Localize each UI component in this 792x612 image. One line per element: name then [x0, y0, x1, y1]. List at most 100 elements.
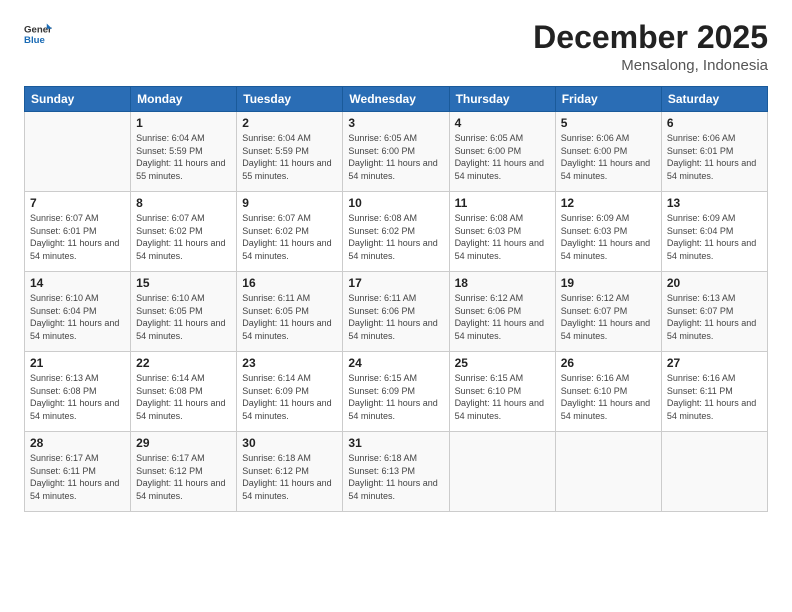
day-number: 22 — [136, 356, 231, 370]
day-info: Sunrise: 6:04 AMSunset: 5:59 PMDaylight:… — [136, 132, 231, 182]
table-row: 23 Sunrise: 6:14 AMSunset: 6:09 PMDayligh… — [237, 352, 343, 432]
table-row: 22 Sunrise: 6:14 AMSunset: 6:08 PMDayligh… — [131, 352, 237, 432]
table-row — [449, 432, 555, 512]
day-number: 16 — [242, 276, 337, 290]
day-info: Sunrise: 6:08 AMSunset: 6:03 PMDaylight:… — [455, 212, 550, 262]
col-wednesday: Wednesday — [343, 87, 449, 112]
day-number: 1 — [136, 116, 231, 130]
location: Mensalong, Indonesia — [533, 57, 768, 74]
table-row: 16 Sunrise: 6:11 AMSunset: 6:05 PMDayligh… — [237, 272, 343, 352]
day-info: Sunrise: 6:05 AMSunset: 6:00 PMDaylight:… — [455, 132, 550, 182]
day-number: 26 — [561, 356, 656, 370]
col-sunday: Sunday — [25, 87, 131, 112]
table-row: 26 Sunrise: 6:16 AMSunset: 6:10 PMDayligh… — [555, 352, 661, 432]
col-tuesday: Tuesday — [237, 87, 343, 112]
table-row: 15Sunrise: 6:10 AMSunset: 6:05 PMDayligh… — [131, 272, 237, 352]
day-info: Sunrise: 6:12 AMSunset: 6:06 PMDaylight:… — [455, 292, 550, 342]
day-number: 8 — [136, 196, 231, 210]
day-number: 13 — [667, 196, 762, 210]
table-row: 4 Sunrise: 6:05 AMSunset: 6:00 PMDaylight… — [449, 112, 555, 192]
day-number: 30 — [242, 436, 337, 450]
calendar-week-row: 1 Sunrise: 6:04 AMSunset: 5:59 PMDaylight… — [25, 112, 768, 192]
month-year: December 2025 — [533, 20, 768, 55]
day-info: Sunrise: 6:16 AMSunset: 6:11 PMDaylight:… — [667, 372, 762, 422]
table-row: 6 Sunrise: 6:06 AMSunset: 6:01 PMDaylight… — [661, 112, 767, 192]
day-info: Sunrise: 6:13 AMSunset: 6:07 PMDaylight:… — [667, 292, 762, 342]
day-number: 9 — [242, 196, 337, 210]
day-number: 28 — [30, 436, 125, 450]
day-info: Sunrise: 6:11 AMSunset: 6:05 PMDaylight:… — [242, 292, 337, 342]
day-number: 3 — [348, 116, 443, 130]
day-info: Sunrise: 6:05 AMSunset: 6:00 PMDaylight:… — [348, 132, 443, 182]
day-number: 2 — [242, 116, 337, 130]
table-row: 13 Sunrise: 6:09 AMSunset: 6:04 PMDayligh… — [661, 192, 767, 272]
table-row: 28Sunrise: 6:17 AMSunset: 6:11 PMDayligh… — [25, 432, 131, 512]
day-number: 12 — [561, 196, 656, 210]
table-row: 24 Sunrise: 6:15 AMSunset: 6:09 PMDayligh… — [343, 352, 449, 432]
day-number: 24 — [348, 356, 443, 370]
table-row: 30Sunrise: 6:18 AMSunset: 6:12 PMDayligh… — [237, 432, 343, 512]
calendar-week-row: 7Sunrise: 6:07 AMSunset: 6:01 PMDaylight… — [25, 192, 768, 272]
day-number: 4 — [455, 116, 550, 130]
day-number: 31 — [348, 436, 443, 450]
day-number: 17 — [348, 276, 443, 290]
day-number: 14 — [30, 276, 125, 290]
day-number: 11 — [455, 196, 550, 210]
day-info: Sunrise: 6:13 AMSunset: 6:08 PMDaylight:… — [30, 372, 125, 422]
table-row: 2 Sunrise: 6:04 AMSunset: 5:59 PMDaylight… — [237, 112, 343, 192]
table-row: 5 Sunrise: 6:06 AMSunset: 6:00 PMDaylight… — [555, 112, 661, 192]
table-row: 17Sunrise: 6:11 AMSunset: 6:06 PMDayligh… — [343, 272, 449, 352]
day-info: Sunrise: 6:18 AMSunset: 6:13 PMDaylight:… — [348, 452, 443, 502]
page: General Blue December 2025 Mensalong, In… — [0, 0, 792, 612]
table-row: 27 Sunrise: 6:16 AMSunset: 6:11 PMDayligh… — [661, 352, 767, 432]
day-info: Sunrise: 6:10 AMSunset: 6:05 PMDaylight:… — [136, 292, 231, 342]
day-info: Sunrise: 6:14 AMSunset: 6:09 PMDaylight:… — [242, 372, 337, 422]
table-row: 25 Sunrise: 6:15 AMSunset: 6:10 PMDayligh… — [449, 352, 555, 432]
day-info: Sunrise: 6:07 AMSunset: 6:01 PMDaylight:… — [30, 212, 125, 262]
table-row: 1 Sunrise: 6:04 AMSunset: 5:59 PMDaylight… — [131, 112, 237, 192]
day-info: Sunrise: 6:16 AMSunset: 6:10 PMDaylight:… — [561, 372, 656, 422]
table-row: 19 Sunrise: 6:12 AMSunset: 6:07 PMDayligh… — [555, 272, 661, 352]
day-number: 19 — [561, 276, 656, 290]
table-row: 20 Sunrise: 6:13 AMSunset: 6:07 PMDayligh… — [661, 272, 767, 352]
col-saturday: Saturday — [661, 87, 767, 112]
calendar-week-row: 28Sunrise: 6:17 AMSunset: 6:11 PMDayligh… — [25, 432, 768, 512]
table-row: 3 Sunrise: 6:05 AMSunset: 6:00 PMDaylight… — [343, 112, 449, 192]
table-row: 29 Sunrise: 6:17 AMSunset: 6:12 PMDayligh… — [131, 432, 237, 512]
calendar-header-row: Sunday Monday Tuesday Wednesday Thursday… — [25, 87, 768, 112]
day-info: Sunrise: 6:15 AMSunset: 6:09 PMDaylight:… — [348, 372, 443, 422]
day-number: 6 — [667, 116, 762, 130]
table-row: 31 Sunrise: 6:18 AMSunset: 6:13 PMDayligh… — [343, 432, 449, 512]
col-thursday: Thursday — [449, 87, 555, 112]
table-row — [25, 112, 131, 192]
calendar-week-row: 21 Sunrise: 6:13 AMSunset: 6:08 PMDayligh… — [25, 352, 768, 432]
logo-icon: General Blue — [24, 20, 52, 48]
table-row: 7Sunrise: 6:07 AMSunset: 6:01 PMDaylight… — [25, 192, 131, 272]
table-row — [661, 432, 767, 512]
day-info: Sunrise: 6:06 AMSunset: 6:00 PMDaylight:… — [561, 132, 656, 182]
title-block: December 2025 Mensalong, Indonesia — [533, 20, 768, 74]
day-info: Sunrise: 6:06 AMSunset: 6:01 PMDaylight:… — [667, 132, 762, 182]
day-info: Sunrise: 6:09 AMSunset: 6:03 PMDaylight:… — [561, 212, 656, 262]
table-row: 21 Sunrise: 6:13 AMSunset: 6:08 PMDayligh… — [25, 352, 131, 432]
calendar-table: Sunday Monday Tuesday Wednesday Thursday… — [24, 86, 768, 512]
day-info: Sunrise: 6:12 AMSunset: 6:07 PMDaylight:… — [561, 292, 656, 342]
day-info: Sunrise: 6:07 AMSunset: 6:02 PMDaylight:… — [136, 212, 231, 262]
day-info: Sunrise: 6:15 AMSunset: 6:10 PMDaylight:… — [455, 372, 550, 422]
day-number: 5 — [561, 116, 656, 130]
table-row: 11 Sunrise: 6:08 AMSunset: 6:03 PMDayligh… — [449, 192, 555, 272]
day-info: Sunrise: 6:09 AMSunset: 6:04 PMDaylight:… — [667, 212, 762, 262]
day-info: Sunrise: 6:17 AMSunset: 6:12 PMDaylight:… — [136, 452, 231, 502]
day-number: 27 — [667, 356, 762, 370]
logo: General Blue — [24, 20, 52, 48]
day-number: 20 — [667, 276, 762, 290]
day-number: 25 — [455, 356, 550, 370]
svg-text:Blue: Blue — [24, 35, 45, 46]
day-number: 23 — [242, 356, 337, 370]
day-info: Sunrise: 6:14 AMSunset: 6:08 PMDaylight:… — [136, 372, 231, 422]
col-friday: Friday — [555, 87, 661, 112]
day-info: Sunrise: 6:04 AMSunset: 5:59 PMDaylight:… — [242, 132, 337, 182]
day-number: 29 — [136, 436, 231, 450]
day-number: 21 — [30, 356, 125, 370]
calendar-week-row: 14Sunrise: 6:10 AMSunset: 6:04 PMDayligh… — [25, 272, 768, 352]
